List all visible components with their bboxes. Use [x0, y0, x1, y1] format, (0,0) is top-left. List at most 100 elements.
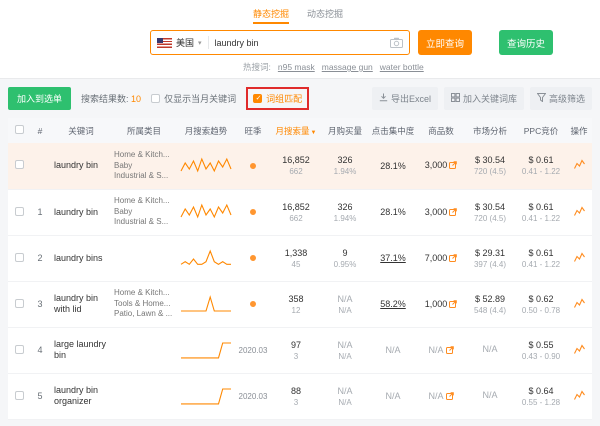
month-only-filter[interactable]: 仅显示当月关键词 — [151, 92, 236, 105]
us-flag-icon — [157, 38, 172, 48]
product-count-cell: 3,000 — [418, 143, 464, 189]
external-link-icon[interactable] — [446, 346, 454, 356]
ppc-bid: $ 0.61 — [518, 202, 564, 212]
keyword-cell[interactable]: laundry bin — [50, 143, 112, 189]
history-button[interactable]: 查询历史 — [499, 30, 553, 55]
col-header-click-concentration: 点击集中度 — [368, 118, 418, 143]
query-button[interactable]: 立即查询 — [418, 30, 472, 55]
trend-sparkline — [176, 189, 236, 235]
category-item: Patio, Lawn & ... — [114, 309, 174, 320]
rank-cell — [30, 143, 50, 189]
table-row: 5 laundry bin organizer 2020.03 88 3 N/A… — [8, 373, 592, 419]
row-checkbox[interactable] — [15, 207, 24, 216]
toolbar-left: 加入到选单 搜索结果数: 10 仅显示当月关键词 词组匹配 — [8, 87, 309, 110]
purchase-volume: N/A — [324, 386, 366, 396]
col-header-category: 所属类目 — [112, 118, 176, 143]
col-header-trend: 月搜索趋势 — [176, 118, 236, 143]
month-only-checkbox[interactable] — [151, 94, 160, 103]
product-count: 7,000 — [425, 253, 448, 263]
season-cell — [236, 143, 270, 189]
keyword-cell[interactable]: laundry bin organizer — [50, 373, 112, 419]
row-checkbox[interactable] — [15, 299, 24, 308]
season-cell: 2020.03 — [236, 373, 270, 419]
image-search-icon[interactable] — [390, 37, 403, 48]
ppc-range: 0.41 - 1.22 — [518, 260, 564, 269]
trend-sparkline — [176, 235, 236, 281]
ppc-range: 0.41 - 1.22 — [518, 167, 564, 176]
click-concentration: N/A — [385, 345, 400, 355]
market-reviews: 720 (4.5) — [466, 167, 514, 176]
keyword-cell[interactable]: laundry bin — [50, 189, 112, 235]
phrase-match-checkbox[interactable] — [253, 94, 262, 103]
country-select[interactable]: 美国 — [176, 36, 194, 49]
external-link-icon[interactable] — [449, 254, 457, 264]
click-concentration: 28.1% — [380, 161, 406, 171]
category-item: Baby — [114, 161, 174, 172]
market-price: N/A — [466, 344, 514, 354]
hot-keyword-link[interactable]: massage gun — [322, 62, 373, 72]
external-link-icon[interactable] — [446, 392, 454, 402]
hot-keyword-link[interactable]: water bottle — [380, 62, 424, 72]
click-concentration-cell: N/A — [368, 373, 418, 419]
ppc-range: 0.55 - 1.28 — [518, 398, 564, 407]
table-row: laundry bin Home & Kitch...BabyIndustria… — [8, 143, 592, 189]
row-checkbox[interactable] — [15, 253, 24, 262]
product-count-cell: 1,000 — [418, 281, 464, 327]
category-item: Home & Kitch... — [114, 288, 174, 299]
purchase-volume-cell: N/A N/A — [322, 373, 368, 419]
add-to-library-button[interactable]: 加入关键词库 — [444, 87, 524, 110]
click-concentration-cell: 28.1% — [368, 143, 418, 189]
export-excel-button[interactable]: 导出Excel — [372, 87, 438, 110]
market-price: N/A — [466, 390, 514, 400]
table-row: 1 laundry bin Home & Kitch...BabyIndustr… — [8, 189, 592, 235]
click-concentration-cell: N/A — [368, 327, 418, 373]
hot-keyword-link[interactable]: n95 mask — [278, 62, 315, 72]
product-count: N/A — [428, 391, 443, 401]
keyword-cell[interactable]: large laundry bin — [50, 327, 112, 373]
row-checkbox[interactable] — [15, 391, 24, 400]
search-volume-cell: 88 3 — [270, 373, 322, 419]
ppc-bid: $ 0.61 — [518, 155, 564, 165]
search-volume-secondary: 12 — [272, 306, 320, 315]
col-header-search-volume[interactable]: 月搜索量▼ — [270, 118, 322, 143]
export-excel-label: 导出Excel — [391, 92, 431, 105]
row-checkbox[interactable] — [15, 160, 24, 169]
analysis-icon[interactable] — [574, 298, 585, 308]
external-link-icon[interactable] — [449, 208, 457, 218]
season-cell — [236, 281, 270, 327]
analysis-icon[interactable] — [574, 206, 585, 216]
keyword-search-input[interactable] — [215, 38, 386, 48]
search-mode-tabs: 静态挖掘 动态挖掘 — [253, 7, 600, 24]
keyword-cell[interactable]: laundry bins — [50, 235, 112, 281]
row-checkbox[interactable] — [15, 345, 24, 354]
tab-dynamic-mining[interactable]: 动态挖掘 — [307, 7, 343, 24]
analysis-icon[interactable] — [574, 390, 585, 400]
click-concentration: 37.1% — [380, 253, 406, 263]
category-item: Baby — [114, 207, 174, 218]
ppc-bid-cell: $ 0.61 0.41 - 1.22 — [516, 143, 566, 189]
actions-cell — [566, 189, 592, 235]
add-to-list-button[interactable]: 加入到选单 — [8, 87, 71, 110]
keyword-cell[interactable]: laundry bin with lid — [50, 281, 112, 327]
search-volume: 88 — [272, 386, 320, 396]
season-cell: 2020.03 — [236, 327, 270, 373]
keyword-mining-page: 静态挖掘 动态挖掘 美国 ▾ 立即查询 查询历史 热搜词:n95 maskmas… — [0, 0, 600, 426]
analysis-icon[interactable] — [574, 159, 585, 169]
select-all-checkbox[interactable] — [15, 125, 24, 134]
category-cell: Home & Kitch...Tools & Home...Patio, Law… — [112, 281, 176, 327]
result-count-value: 10 — [131, 94, 141, 104]
category-cell — [112, 373, 176, 419]
click-concentration-cell: 58.2% — [368, 281, 418, 327]
table-row: 2 laundry bins 1,338 45 9 0.95% 37.1% 7,… — [8, 235, 592, 281]
market-reviews: 397 (4.4) — [466, 260, 514, 269]
external-link-icon[interactable] — [449, 300, 457, 310]
season-cell — [236, 189, 270, 235]
external-link-icon[interactable] — [449, 161, 457, 171]
analysis-icon[interactable] — [574, 252, 585, 262]
advanced-filter-button[interactable]: 高级筛选 — [530, 87, 592, 110]
analysis-icon[interactable] — [574, 344, 585, 354]
month-only-label: 仅显示当月关键词 — [164, 92, 236, 105]
ppc-bid: $ 0.62 — [518, 294, 564, 304]
market-analysis-cell: N/A — [464, 327, 516, 373]
tab-static-mining[interactable]: 静态挖掘 — [253, 7, 289, 24]
